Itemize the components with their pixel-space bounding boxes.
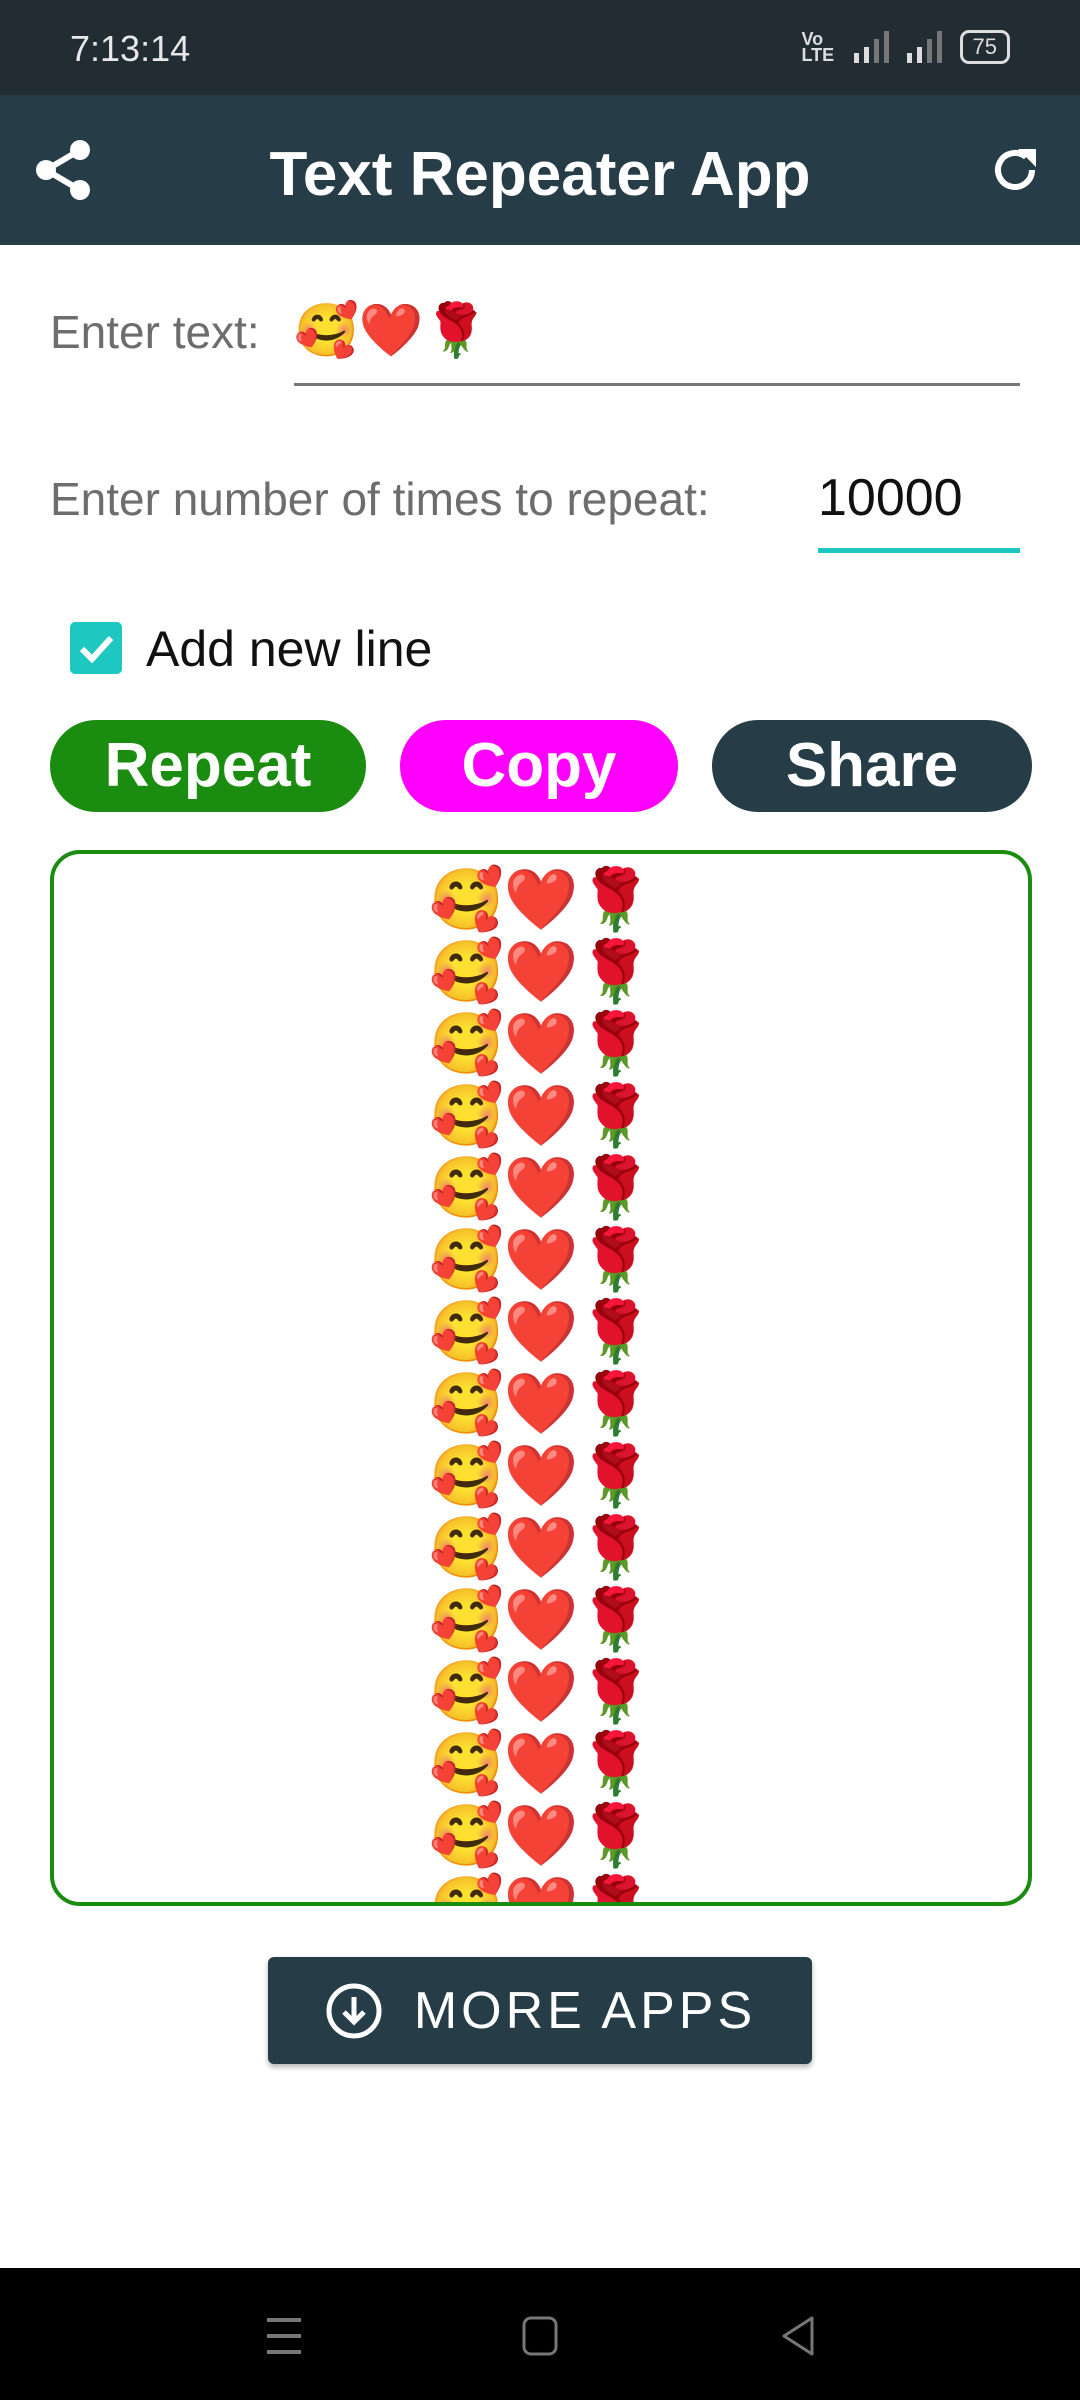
check-icon	[79, 635, 114, 664]
app-title: Text Repeater App	[269, 140, 811, 209]
text-label: Enter text:	[50, 306, 260, 358]
repeat-button[interactable]: Repeat	[50, 720, 366, 812]
volte-icon: Vo LTE	[801, 29, 835, 65]
output-text-area[interactable]: 🥰❤️🌹 🥰❤️🌹 🥰❤️🌹 🥰❤️🌹 🥰❤️🌹 🥰❤️🌹 🥰❤️🌹 🥰❤️🌹 …	[50, 850, 1032, 1906]
text-input-underline	[294, 383, 1020, 386]
more-apps-label: MORE APPS	[413, 1981, 757, 2040]
navigation-bar	[0, 2268, 1080, 2400]
count-input-underline	[818, 548, 1020, 553]
add-new-line-label[interactable]: Add new line	[146, 620, 432, 678]
signal-icon	[906, 31, 942, 63]
home-icon[interactable]	[520, 2314, 560, 2358]
text-input[interactable]	[294, 290, 1020, 370]
share-button[interactable]: Share	[712, 720, 1032, 812]
count-input[interactable]	[818, 458, 1020, 538]
battery-icon: 75	[959, 30, 1010, 64]
app-bar: Text Repeater App	[0, 95, 1080, 245]
status-bar: 7:13:14 Vo LTE 75	[0, 0, 1080, 95]
refresh-icon[interactable]	[988, 143, 1042, 202]
download-circle-icon	[326, 1983, 382, 2038]
more-apps-button[interactable]: MORE APPS	[268, 1957, 812, 2064]
signal-icon	[853, 31, 889, 63]
recents-icon[interactable]	[265, 2316, 303, 2356]
status-time: 7:13:14	[70, 28, 191, 69]
back-icon[interactable]	[778, 2314, 818, 2358]
copy-button[interactable]: Copy	[400, 720, 678, 812]
add-new-line-checkbox[interactable]	[70, 622, 122, 674]
count-label: Enter number of times to repeat:	[50, 473, 710, 525]
